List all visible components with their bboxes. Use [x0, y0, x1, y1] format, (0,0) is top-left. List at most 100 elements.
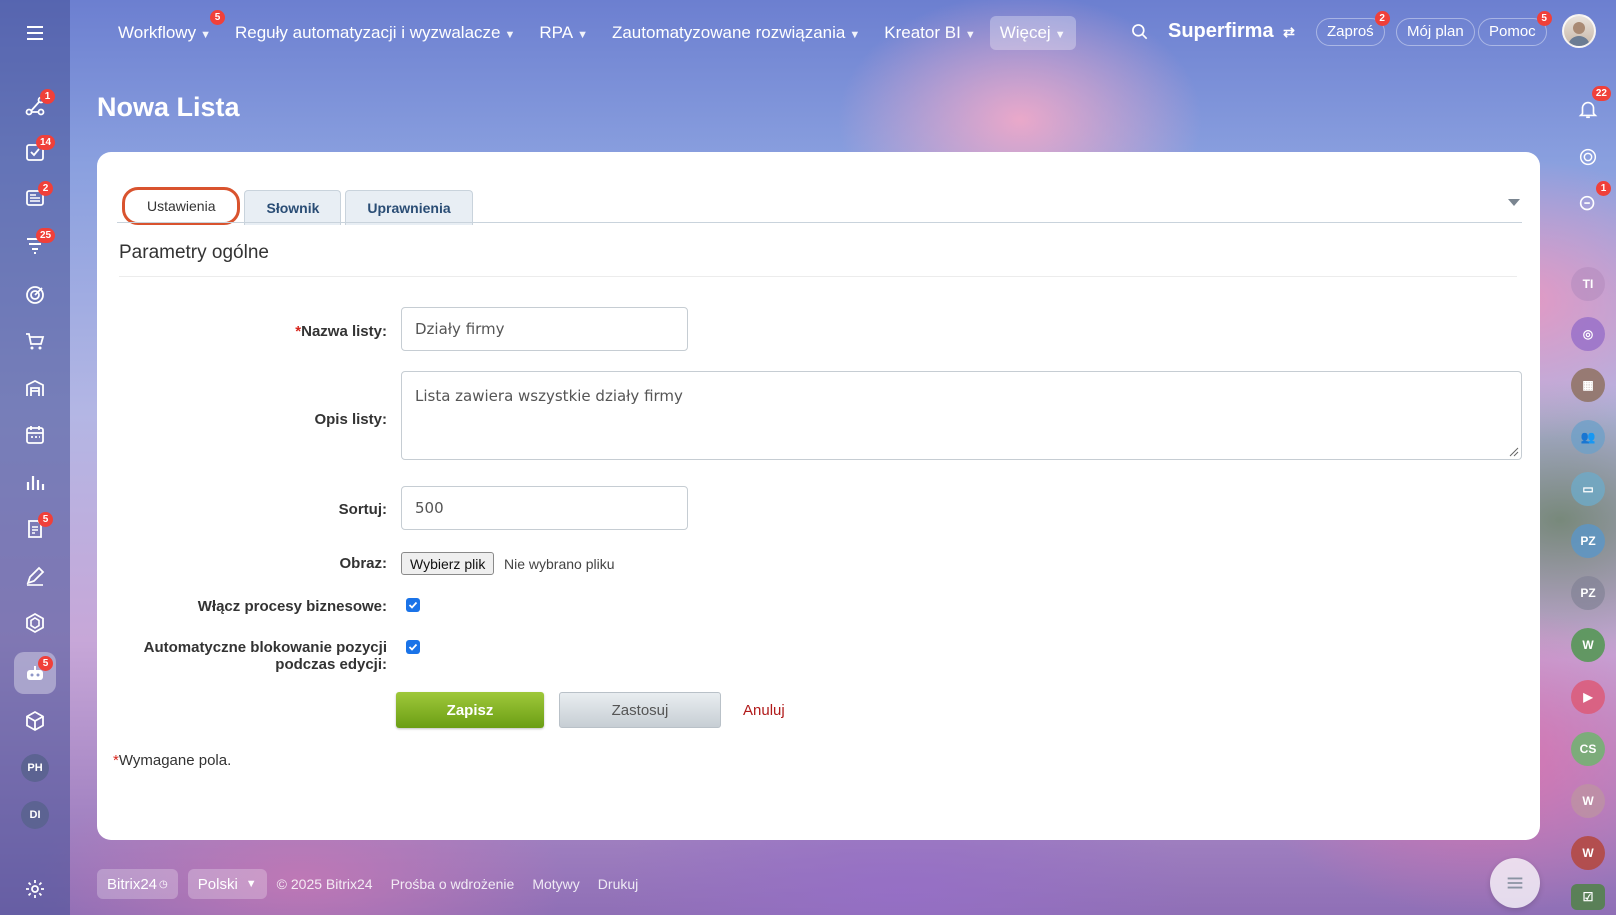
main-card: Ustawienia Słownik Uprawnienia Parametry…	[97, 152, 1540, 840]
bitrix-brand-button[interactable]: Bitrix24 ◷	[97, 869, 178, 899]
help-button[interactable]: Pomoc 5	[1478, 11, 1552, 46]
tab-permissions[interactable]: Uprawnienia	[345, 190, 473, 225]
sidebar-item-warehouse[interactable]	[14, 367, 56, 409]
footer-link-print[interactable]: Drukuj	[598, 876, 638, 892]
rail-avatar-w-2[interactable]: W	[1571, 784, 1605, 818]
section-divider	[119, 276, 1517, 277]
save-button[interactable]: Zapisz	[396, 692, 544, 728]
menu-toggle-button[interactable]	[14, 12, 56, 54]
rail-avatar-w-1[interactable]: W	[1571, 628, 1605, 662]
apply-button[interactable]: Zastosuj	[559, 692, 721, 728]
rail-group-avatar[interactable]: ▦	[1571, 368, 1605, 402]
help-label: Pomoc	[1489, 23, 1536, 40]
sidebar-avatar-ph[interactable]: PH	[21, 754, 49, 782]
bar-chart-icon	[26, 476, 45, 490]
copilot-icon	[1579, 148, 1597, 166]
sidebar-item-market[interactable]	[14, 700, 56, 742]
message-icon: ▭	[1582, 482, 1594, 496]
sidebar-item-goals[interactable]	[14, 274, 56, 316]
left-sidebar: 1 14 2 25 5 5 PH DI	[0, 0, 70, 915]
rail-avatar-pz-2[interactable]: PZ	[1571, 576, 1605, 610]
resize-handle-icon[interactable]	[1509, 447, 1519, 457]
sidebar-item-tasks[interactable]: 14	[14, 131, 56, 173]
cart-icon	[26, 333, 45, 350]
tab-divider	[117, 222, 1522, 223]
hexagon-icon	[26, 612, 44, 634]
messenger-button[interactable]	[1490, 858, 1540, 908]
checkmark-icon	[408, 601, 418, 609]
cancel-link[interactable]: Anuluj	[743, 702, 785, 719]
search-icon	[1132, 24, 1148, 40]
rail-avatar-w-3[interactable]: W	[1571, 836, 1605, 870]
language-select[interactable]: Polski ▼	[187, 869, 267, 899]
invite-button[interactable]: Zaproś 2	[1316, 11, 1390, 46]
list-description-textarea[interactable]: Lista zawiera wszystkie działy firmy	[401, 371, 1522, 460]
chat-search-button[interactable]: 1	[1571, 181, 1611, 221]
nav-more-label: Więcej	[999, 23, 1051, 42]
choose-file-button[interactable]: Wybierz plik	[401, 552, 495, 575]
list-name-input[interactable]: Działy firmy	[401, 307, 688, 351]
sidebar-item-sites[interactable]	[14, 602, 56, 644]
rail-openlines-avatar[interactable]: ▭	[1571, 472, 1605, 506]
my-plan-button[interactable]: Mój plan	[1396, 18, 1475, 46]
checkbox-icon: ☑	[1582, 890, 1594, 904]
company-name[interactable]: Superfirma ⇄	[1168, 20, 1295, 43]
page-title: Nowa Lista	[97, 92, 240, 122]
rail-tasks-avatar[interactable]: ☑	[1571, 884, 1605, 910]
rail-avatar-ti[interactable]: TI	[1571, 267, 1605, 301]
help-badge: 5	[1536, 11, 1552, 26]
tab-settings[interactable]: Ustawienia	[122, 187, 241, 225]
hamburger-icon	[27, 26, 43, 40]
nav-bi-builder-label: Kreator BI	[884, 23, 961, 42]
gear-icon	[26, 880, 44, 898]
auto-lock-label-line1: Automatyczne blokowanie pozycji	[143, 639, 387, 656]
nav-more[interactable]: Więcej ▼	[989, 16, 1076, 50]
sidebar-item-crm[interactable]: 25	[14, 224, 56, 266]
search-button[interactable]	[1130, 22, 1150, 47]
nav-automation-rules[interactable]: Reguły automatyzacji i wyzwalacze ▼	[225, 16, 525, 50]
name-label: *Nazwa listy:	[97, 323, 387, 340]
auto-lock-checkbox[interactable]	[406, 640, 420, 654]
sidebar-item-sign[interactable]	[14, 555, 56, 597]
sidebar-settings-button[interactable]	[14, 868, 56, 910]
footer-link-implementation[interactable]: Prośba o wdrożenie	[391, 876, 515, 892]
sidebar-item-shop[interactable]	[14, 320, 56, 362]
tab-dictionary[interactable]: Słownik	[244, 190, 342, 225]
notifications-button[interactable]: 22	[1571, 86, 1611, 126]
sort-input[interactable]: 500	[401, 486, 688, 530]
right-rail: 22 1 TI ◎ ▦ 👥 ▭ PZ PZ W ▶ CS W W ☑	[1562, 0, 1616, 915]
nav-workflowy[interactable]: Workflowy ▼ 5	[108, 10, 225, 50]
sidebar-item-docs[interactable]: 5	[14, 508, 56, 550]
footer: Bitrix24 ◷ Polski ▼ © 2025 Bitrix24 Proś…	[97, 868, 656, 900]
copyright-text: © 2025 Bitrix24	[276, 876, 373, 892]
copilot-button[interactable]	[1571, 140, 1605, 174]
rail-avatar-pz-1[interactable]: PZ	[1571, 524, 1605, 558]
collapse-tabs-button[interactable]	[1507, 194, 1521, 212]
description-label: Opis listy:	[314, 411, 387, 428]
rail-video-avatar[interactable]: ▶	[1571, 680, 1605, 714]
chat-badge: 1	[1596, 181, 1611, 196]
business-processes-checkbox[interactable]	[406, 598, 420, 612]
sidebar-avatar-di[interactable]: DI	[21, 801, 49, 829]
sidebar-item-analytics[interactable]	[14, 461, 56, 503]
sidebar-item-calendar[interactable]	[14, 414, 56, 456]
sidebar-item-feed[interactable]: 2	[14, 177, 56, 219]
list-description-value: Lista zawiera wszystkie działy firmy	[415, 387, 683, 405]
warehouse-icon	[26, 379, 44, 396]
rail-users-avatar[interactable]: 👥	[1571, 420, 1605, 454]
required-note-text: Wymagane pola.	[118, 752, 232, 769]
footer-link-themes[interactable]: Motywy	[532, 876, 579, 892]
chevron-down-icon: ▼	[849, 29, 861, 41]
switch-icon: ⇄	[1283, 24, 1295, 40]
flows-badge: 1	[40, 89, 55, 104]
my-plan-label: Mój plan	[1407, 23, 1464, 40]
crm-badge: 25	[36, 228, 56, 243]
nav-rpa[interactable]: RPA ▼	[529, 16, 598, 50]
rail-avatar-cs[interactable]: CS	[1571, 732, 1605, 766]
sidebar-item-flows[interactable]: 1	[14, 85, 56, 127]
rail-channel-avatar[interactable]: ◎	[1571, 317, 1605, 351]
nav-bi-builder[interactable]: Kreator BI ▼	[874, 16, 985, 50]
invite-badge: 2	[1374, 11, 1390, 26]
sidebar-item-automation[interactable]: 5	[14, 652, 56, 694]
nav-automated-solutions[interactable]: Zautomatyzowane rozwiązania ▼	[602, 16, 870, 50]
